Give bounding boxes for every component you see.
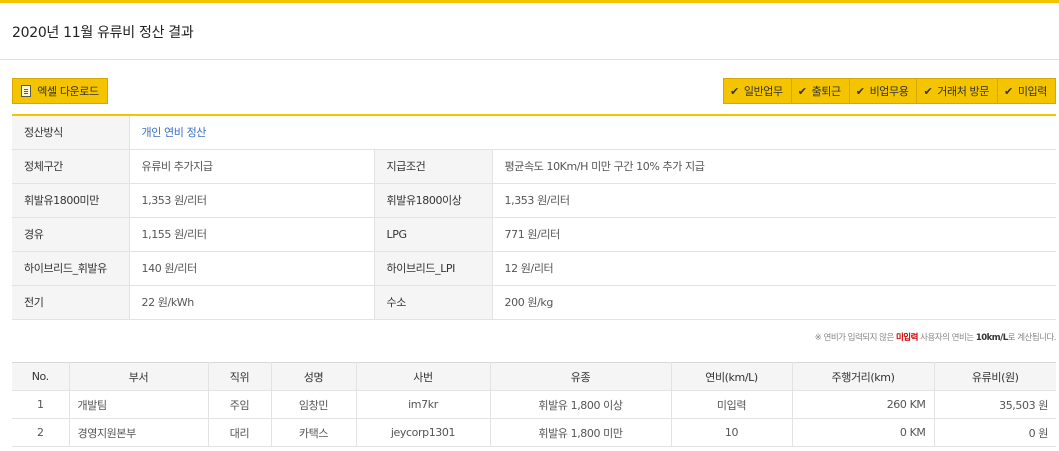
setting-label: 휘발유1800미만 — [12, 183, 129, 218]
setting-value: 1,155 원/리터 — [128, 217, 374, 252]
check-icon: ✔ — [730, 84, 739, 98]
excel-file-icon — [21, 85, 32, 97]
settings-row: 전기 22 원/kWh 수소 200 원/kg — [12, 285, 1056, 320]
filter-non-business-button[interactable]: ✔ 비업무용 — [849, 78, 918, 104]
cell-position: 주임 — [207, 390, 272, 419]
cell-emp-id: im7kr — [355, 390, 491, 419]
efficiency-note: ※ 연비가 입력되지 않은 미입력 사용자의 연비는 10km/L로 계산됩니다… — [814, 333, 1057, 343]
excel-download-button[interactable]: 엑셀 다운로드 — [12, 78, 108, 104]
settings-row: 정산방식 개인 연비 정산 — [12, 115, 1056, 150]
filter-label: 미입력 — [1017, 85, 1048, 98]
setting-label: LPG — [373, 217, 492, 252]
setting-value: 22 원/kWh — [128, 285, 374, 320]
excel-download-label: 엑셀 다운로드 — [37, 85, 99, 98]
cell-name: 카택스 — [270, 418, 357, 447]
settlement-result-table: No. 부서 직위 성명 사번 유종 연비(km/L) 주행거리(km) 유류비… — [12, 362, 1056, 447]
setting-value: 12 원/리터 — [491, 251, 1056, 286]
table-row[interactable]: 1 개발팀 주임 임창민 im7kr 휘발유 1,800 이상 미입력 260 … — [12, 390, 1056, 419]
check-icon: ✔ — [923, 84, 933, 98]
setting-label: 경유 — [12, 217, 129, 252]
filter-not-entered-button[interactable]: ✔ 미입력 — [998, 78, 1056, 104]
settlement-method-link[interactable]: 개인 연비 정산 — [128, 115, 1056, 150]
column-header: No. — [12, 362, 70, 391]
settlement-settings-table: 정산방식 개인 연비 정산 정체구간 유류비 추가지급 지급조건 평균속도 10… — [12, 114, 1056, 320]
setting-value: 유류비 추가지급 — [128, 149, 374, 184]
filter-commute-button[interactable]: ✔ 출퇴근 — [791, 78, 850, 104]
filter-label: 비업무용 — [869, 85, 909, 98]
cell-cost: 35,503 원 — [933, 390, 1056, 419]
settings-row: 하이브리드_휘발유 140 원/리터 하이브리드_LPI 12 원/리터 — [12, 251, 1056, 286]
settings-row: 경유 1,155 원/리터 LPG 771 원/리터 — [12, 217, 1056, 252]
column-header: 주행거리(km) — [791, 362, 935, 391]
cell-no: 2 — [12, 418, 70, 447]
setting-label: 휘발유1800이상 — [373, 183, 492, 218]
column-header: 성명 — [270, 362, 357, 391]
column-header: 사번 — [355, 362, 491, 391]
setting-value: 140 원/리터 — [128, 251, 374, 286]
setting-value: 200 원/kg — [491, 285, 1056, 320]
cell-position: 대리 — [207, 418, 272, 447]
filter-label: 출퇴근 — [811, 85, 842, 98]
setting-value: 1,353 원/리터 — [128, 183, 374, 218]
cell-emp-id: jeycorp1301 — [355, 418, 491, 447]
table-row[interactable]: 2 경영지원본부 대리 카택스 jeycorp1301 휘발유 1,800 미만… — [12, 418, 1056, 447]
filter-client-visit-button[interactable]: ✔ 거래처 방문 — [917, 78, 998, 104]
cell-dept: 경영지원본부 — [68, 418, 209, 447]
cell-efficiency: 미입력 — [670, 390, 793, 419]
purpose-filter-group: ✔ 일반업무 ✔ 출퇴근 ✔ 비업무용 ✔ 거래처 방문 ✔ 미입력 — [723, 78, 1056, 104]
filter-general-work-button[interactable]: ✔ 일반업무 — [723, 78, 792, 104]
cell-distance: 0 KM — [791, 418, 935, 447]
setting-label: 정산방식 — [12, 115, 129, 150]
filter-label: 일반업무 — [743, 85, 783, 98]
title-divider — [0, 59, 1059, 60]
setting-label: 정체구간 — [12, 149, 129, 184]
cell-efficiency: 10 — [670, 418, 793, 447]
check-icon: ✔ — [797, 84, 807, 98]
settings-row: 정체구간 유류비 추가지급 지급조건 평균속도 10Km/H 미만 구간 10%… — [12, 149, 1056, 184]
setting-label: 지급조건 — [373, 149, 492, 184]
settings-row: 휘발유1800미만 1,353 원/리터 휘발유1800이상 1,353 원/리… — [12, 183, 1056, 218]
column-header: 유류비(원) — [933, 362, 1056, 391]
column-header: 직위 — [207, 362, 272, 391]
page-title: 2020년 11월 유류비 정산 결과 — [12, 25, 194, 41]
column-header: 부서 — [68, 362, 209, 391]
cell-fuel: 휘발유 1,800 이상 — [489, 390, 672, 419]
setting-label: 하이브리드_휘발유 — [12, 251, 129, 286]
check-icon: ✔ — [1004, 84, 1013, 98]
setting-value: 771 원/리터 — [491, 217, 1056, 252]
cell-cost: 0 원 — [933, 418, 1056, 447]
setting-label: 하이브리드_LPI — [373, 251, 492, 286]
cell-no: 1 — [12, 390, 70, 419]
cell-fuel: 휘발유 1,800 미만 — [489, 418, 672, 447]
top-accent-line — [0, 0, 1059, 3]
filter-label: 거래처 방문 — [937, 85, 989, 98]
check-icon: ✔ — [855, 84, 865, 98]
cell-dept: 개발팀 — [68, 390, 209, 419]
setting-value: 1,353 원/리터 — [491, 183, 1056, 218]
cell-distance: 260 KM — [791, 390, 935, 419]
setting-label: 전기 — [12, 285, 129, 320]
setting-value: 평균속도 10Km/H 미만 구간 10% 추가 지급 — [491, 149, 1056, 184]
cell-name: 임창민 — [270, 390, 357, 419]
setting-label: 수소 — [373, 285, 492, 320]
column-header: 유종 — [489, 362, 672, 391]
column-header: 연비(km/L) — [670, 362, 793, 391]
table-header-row: No. 부서 직위 성명 사번 유종 연비(km/L) 주행거리(km) 유류비… — [12, 362, 1056, 391]
